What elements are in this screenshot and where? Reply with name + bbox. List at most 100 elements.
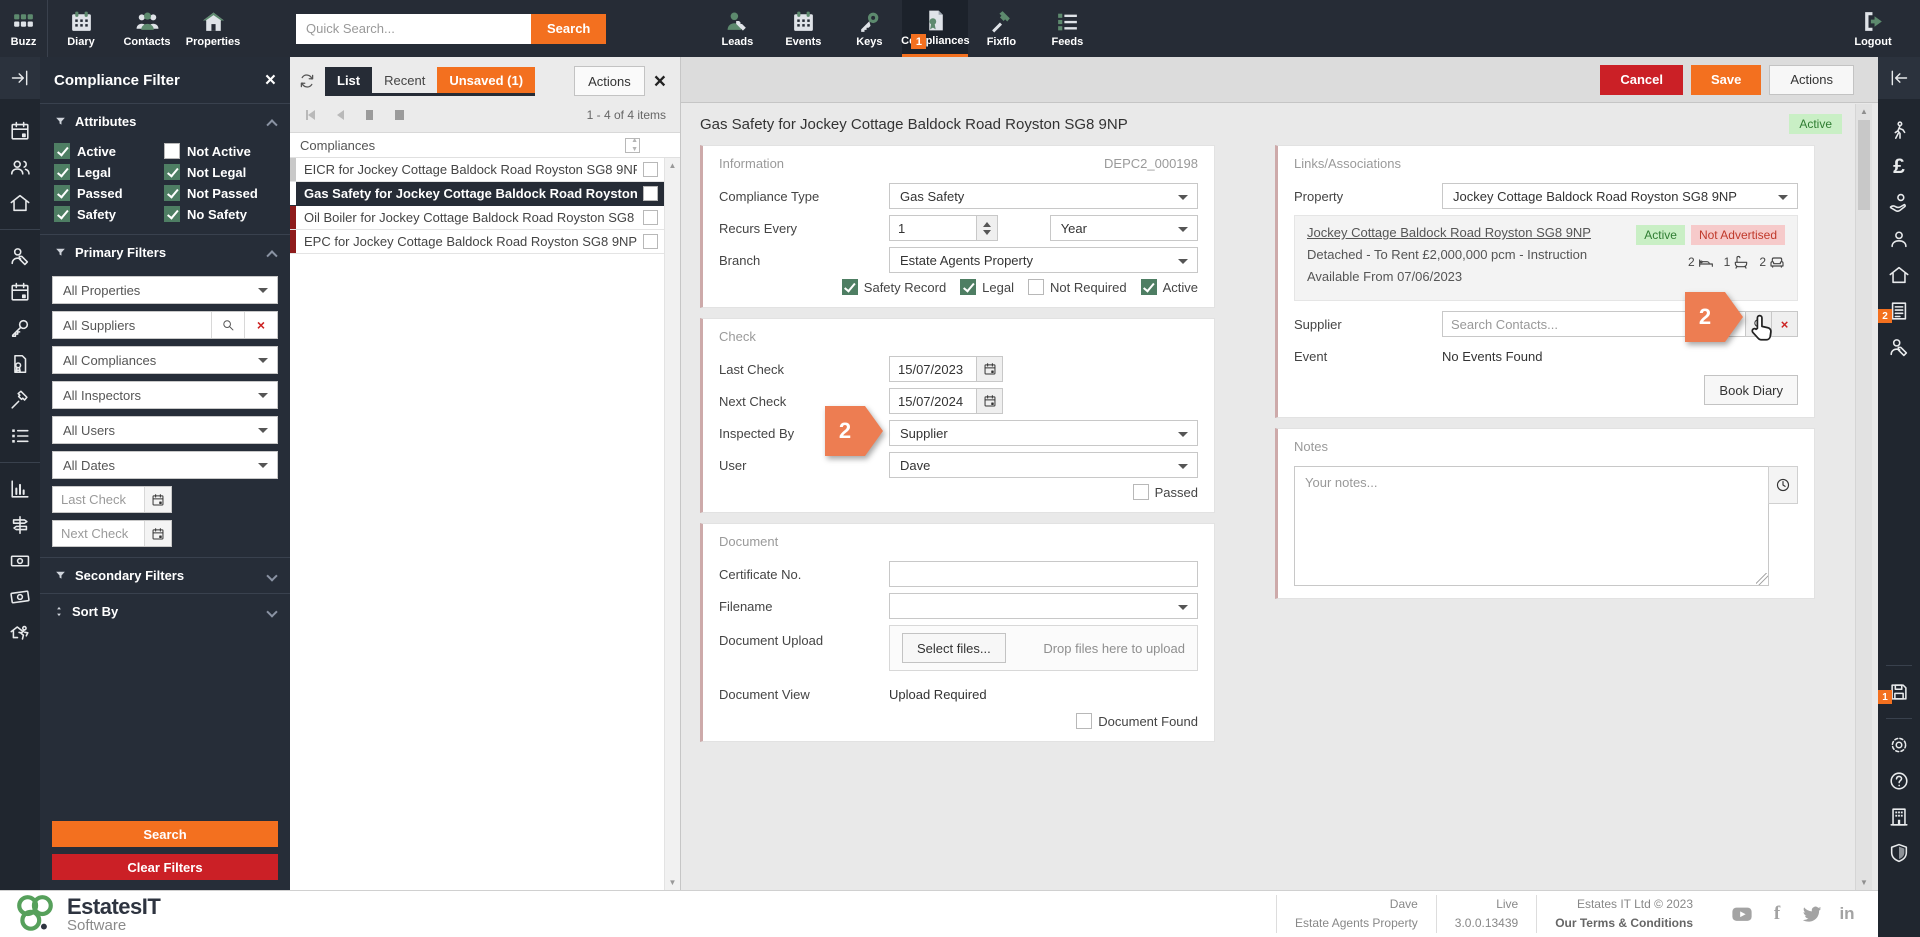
filter-checkbox-no-safety[interactable]: No Safety xyxy=(164,206,276,222)
filter-checkbox-legal[interactable]: Legal xyxy=(54,164,158,180)
supplier-clear-button[interactable]: × xyxy=(244,312,277,338)
book-diary-button[interactable]: Book Diary xyxy=(1704,375,1798,405)
previous-page-button[interactable] xyxy=(337,110,344,120)
sort-arrows-icon[interactable]: ▲▼ xyxy=(631,137,638,153)
table-row[interactable]: EICR for Jockey Cottage Baldock Road Roy… xyxy=(290,158,680,182)
passed-checkbox[interactable]: Passed xyxy=(1133,484,1198,500)
facebook-icon[interactable]: f xyxy=(1766,903,1788,925)
list-actions-button[interactable]: Actions xyxy=(574,66,645,96)
rail-viewings-button[interactable] xyxy=(9,622,31,644)
rail-diary-button[interactable] xyxy=(9,120,31,142)
all-dates-select[interactable]: All Dates xyxy=(52,451,278,479)
rail-properties-button[interactable] xyxy=(9,192,31,214)
supplier-search-input[interactable] xyxy=(1442,311,1746,337)
rail-lead-button[interactable] xyxy=(1888,336,1910,358)
tab-list[interactable]: List xyxy=(325,67,372,93)
scroll-down-icon[interactable]: ▼ xyxy=(1860,878,1868,887)
terms-link[interactable]: Our Terms & Conditions xyxy=(1555,914,1693,933)
clear-supplier-icon[interactable]: × xyxy=(1772,311,1798,337)
table-row[interactable]: Oil Boiler for Jockey Cottage Baldock Ro… xyxy=(290,206,680,230)
close-icon[interactable]: × xyxy=(654,71,670,92)
sort-by-section-header[interactable]: Sort By xyxy=(40,593,290,629)
row-checkbox[interactable] xyxy=(643,162,658,177)
table-row-selected[interactable]: Gas Safety for Jockey Cottage Baldock Ro… xyxy=(290,182,680,206)
filter-checkbox-passed[interactable]: Passed xyxy=(54,185,158,201)
filter-checkbox-safety[interactable]: Safety xyxy=(54,206,158,222)
filename-select[interactable] xyxy=(889,593,1198,619)
rail-signpost-button[interactable] xyxy=(9,514,31,536)
document-found-checkbox[interactable]: Document Found xyxy=(1076,713,1198,729)
last-check-input[interactable] xyxy=(889,356,977,382)
checkbox[interactable] xyxy=(54,143,70,159)
quick-search-button[interactable]: Search xyxy=(531,14,606,44)
rail-compliances-button[interactable] xyxy=(9,353,31,375)
filter-checkbox-active[interactable]: Active xyxy=(54,143,158,159)
all-properties-select[interactable]: All Properties xyxy=(52,276,278,304)
save-button[interactable]: Save xyxy=(1691,65,1761,95)
checkbox[interactable] xyxy=(164,206,180,222)
rail-payments-button[interactable] xyxy=(1888,192,1910,214)
branch-select[interactable]: Estate Agents Property xyxy=(889,247,1198,273)
rail-help-button[interactable] xyxy=(1888,770,1910,792)
last-check-date-input[interactable] xyxy=(53,487,144,512)
calendar-icon[interactable] xyxy=(144,487,171,512)
logout-button[interactable]: Logout xyxy=(1840,0,1906,57)
checkbox[interactable] xyxy=(54,164,70,180)
nav-item-buzz[interactable]: Buzz xyxy=(0,0,48,57)
next-check-input[interactable] xyxy=(889,388,977,414)
close-icon[interactable]: × xyxy=(265,71,276,90)
timestamp-note-button[interactable] xyxy=(1768,466,1798,504)
nav-item-compliances[interactable]: Compliances 1 xyxy=(902,0,968,57)
tab-unsaved[interactable]: Unsaved (1) xyxy=(437,67,535,93)
not-required-checkbox[interactable]: Not Required xyxy=(1028,279,1127,295)
checkbox[interactable] xyxy=(54,185,70,201)
inspected-by-select[interactable]: Supplier xyxy=(889,420,1198,446)
recurs-unit-select[interactable]: Year xyxy=(1050,215,1198,241)
next-page-button[interactable] xyxy=(366,110,373,120)
rail-leads-button[interactable] xyxy=(9,245,31,267)
nav-item-leads[interactable]: Leads xyxy=(704,0,770,57)
compliance-type-select[interactable]: Gas Safety xyxy=(889,183,1198,209)
scrollbar-thumb[interactable] xyxy=(1858,120,1870,210)
active-checkbox[interactable]: Active xyxy=(1141,279,1198,295)
next-check-date-input[interactable] xyxy=(53,521,144,546)
rail-fixflo-button[interactable] xyxy=(9,389,31,411)
recurs-every-input[interactable] xyxy=(889,215,977,241)
collapse-sidebar-button[interactable] xyxy=(1878,57,1920,99)
checkbox[interactable] xyxy=(164,185,180,201)
list-scrollbar[interactable]: ▲▼ xyxy=(664,158,680,890)
quick-search-input[interactable] xyxy=(296,14,531,44)
twitter-icon[interactable] xyxy=(1801,903,1823,925)
rail-security-button[interactable] xyxy=(1888,842,1910,864)
linkedin-icon[interactable]: in xyxy=(1836,903,1858,925)
all-users-select[interactable]: All Users xyxy=(52,416,278,444)
clear-filters-button[interactable]: Clear Filters xyxy=(52,854,278,880)
rail-contact-button[interactable] xyxy=(1888,228,1910,250)
calendar-icon[interactable] xyxy=(977,356,1003,382)
document-dropzone[interactable]: Select files... Drop files here to uploa… xyxy=(889,625,1198,671)
property-select[interactable]: Jockey Cottage Baldock Road Royston SG8 … xyxy=(1442,183,1798,209)
secondary-filters-section-header[interactable]: Secondary Filters xyxy=(40,557,290,593)
filter-checkbox-not-passed[interactable]: Not Passed xyxy=(164,185,276,201)
rail-lettings-button[interactable] xyxy=(9,586,31,608)
nav-item-feeds[interactable]: Feeds xyxy=(1034,0,1100,57)
rail-feeds-button[interactable] xyxy=(9,425,31,447)
row-checkbox[interactable] xyxy=(643,234,658,249)
checkbox[interactable] xyxy=(164,143,180,159)
youtube-icon[interactable] xyxy=(1731,903,1753,925)
rail-sales-button[interactable] xyxy=(9,550,31,572)
tab-recent[interactable]: Recent xyxy=(372,67,437,93)
calendar-icon[interactable] xyxy=(144,521,171,546)
rail-property-button[interactable] xyxy=(1888,264,1910,286)
notes-textarea[interactable] xyxy=(1294,466,1769,586)
rail-accounts-button[interactable]: £ xyxy=(1888,156,1910,178)
rail-contacts-button[interactable] xyxy=(9,156,31,178)
property-link[interactable]: Jockey Cottage Baldock Road Royston SG8 … xyxy=(1307,225,1636,240)
expand-sidebar-button[interactable] xyxy=(0,57,40,99)
cancel-button[interactable]: Cancel xyxy=(1600,65,1683,95)
scroll-up-icon[interactable]: ▲ xyxy=(1860,107,1868,116)
calendar-icon[interactable] xyxy=(977,388,1003,414)
checkbox[interactable] xyxy=(164,164,180,180)
certificate-number-input[interactable] xyxy=(889,561,1198,587)
rail-reports-button[interactable] xyxy=(9,478,31,500)
